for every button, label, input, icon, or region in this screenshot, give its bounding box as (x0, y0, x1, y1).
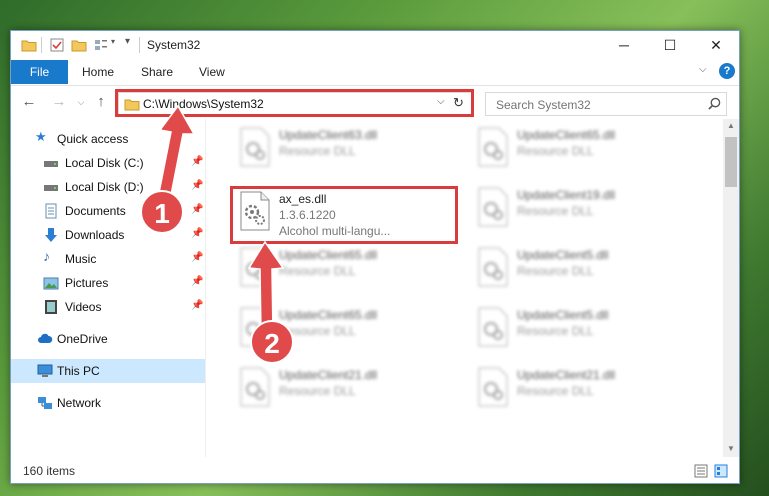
help-icon[interactable]: ? (719, 63, 735, 79)
dll-file-icon (478, 367, 508, 407)
pin-icon[interactable]: 📌 (191, 300, 203, 311)
item-count: 160 items (23, 464, 76, 478)
customize-icon[interactable] (93, 37, 109, 53)
forward-arrow-icon[interactable]: → (49, 92, 69, 112)
scroll-thumb[interactable] (725, 137, 737, 187)
ribbon-tabs: File Home Share View ⌵ ? (11, 59, 739, 86)
dll-file-icon (478, 307, 508, 347)
sidebar-item-pictures[interactable]: Pictures 📌 (11, 271, 205, 295)
folder-icon[interactable] (21, 37, 37, 53)
dll-file-icon (240, 127, 270, 167)
back-arrow-icon[interactable]: ← (19, 92, 39, 112)
step1-badge: 1 (140, 190, 184, 234)
drive-icon (44, 185, 58, 191)
star-icon: ★ (35, 129, 47, 144)
network-icon (38, 397, 52, 409)
search-box[interactable] (485, 92, 727, 116)
list-item[interactable]: UpdateClient21.dll Resource DLL (469, 361, 709, 417)
expand-ribbon-icon[interactable]: ⌵ (699, 64, 707, 75)
tab-home[interactable]: Home (82, 60, 114, 84)
vertical-scrollbar[interactable]: ▲ ▼ (723, 119, 739, 457)
details-view-icon[interactable] (694, 464, 708, 478)
maximize-button[interactable]: ☐ (647, 31, 693, 59)
up-arrow-icon[interactable]: ↑ (91, 92, 111, 112)
dll-file-icon (478, 127, 508, 167)
scroll-down-icon[interactable]: ▼ (727, 444, 735, 453)
search-icon[interactable] (708, 97, 721, 110)
pin-icon[interactable]: 📌 (191, 276, 203, 287)
tab-share[interactable]: Share (141, 60, 173, 84)
cloud-icon (38, 333, 53, 343)
list-item[interactable]: UpdateClient65.dll Resource DLL (469, 121, 709, 177)
list-item[interactable]: UpdateClient5.dll Resource DLL (469, 241, 709, 297)
step2-badge: 2 (250, 320, 294, 364)
pictures-icon (43, 277, 59, 290)
sidebar-item-onedrive[interactable]: OneDrive (11, 327, 205, 351)
computer-icon (37, 364, 53, 377)
minimize-button[interactable]: ─ (601, 31, 647, 59)
status-bar: 160 items (11, 459, 739, 483)
recent-locations-icon[interactable]: ⌵ (71, 92, 91, 112)
search-input[interactable] (494, 96, 698, 114)
tab-view[interactable]: View (199, 60, 225, 84)
download-icon (45, 228, 57, 242)
close-button[interactable]: ✕ (693, 31, 739, 59)
sidebar-item-videos[interactable]: Videos 📌 (11, 295, 205, 319)
quick-access-dropdown-icon[interactable]: ▾ (125, 36, 130, 52)
dll-file-icon (478, 247, 508, 287)
sidebar-item-this-pc[interactable]: This PC (11, 359, 205, 383)
list-item[interactable]: UpdateClient21.dll Resource DLL (231, 361, 471, 417)
list-item[interactable]: UpdateClient63.dll Resource DLL (231, 121, 471, 177)
new-folder-icon[interactable] (71, 37, 87, 53)
tiles-view-icon[interactable] (714, 464, 728, 478)
sidebar-item-music[interactable]: ♪ Music 📌 (11, 247, 205, 271)
document-icon (45, 203, 57, 219)
list-item[interactable]: UpdateClient19.dll Resource DLL (469, 181, 709, 237)
sidebar-item-network[interactable]: Network (11, 391, 205, 415)
pin-icon[interactable]: 📌 (191, 228, 203, 239)
music-icon: ♪ (43, 248, 50, 264)
file-highlight-box (230, 186, 458, 244)
dll-file-icon (240, 367, 270, 407)
window-title: System32 (147, 38, 201, 52)
dll-file-icon (478, 187, 508, 227)
pin-icon[interactable]: 📌 (191, 252, 203, 263)
title-bar: ▾ ▾ System32 ─ ☐ ✕ (11, 31, 739, 59)
video-icon (45, 300, 57, 314)
chevron-down-icon[interactable]: ▾ (111, 37, 115, 53)
explorer-window: ▾ ▾ System32 ─ ☐ ✕ File Home Share View … (10, 30, 740, 484)
properties-icon[interactable] (49, 37, 65, 53)
drive-icon (44, 161, 58, 167)
list-item[interactable]: UpdateClient5.dll Resource DLL (469, 301, 709, 357)
scroll-up-icon[interactable]: ▲ (727, 121, 735, 130)
tab-file[interactable]: File (11, 60, 68, 84)
